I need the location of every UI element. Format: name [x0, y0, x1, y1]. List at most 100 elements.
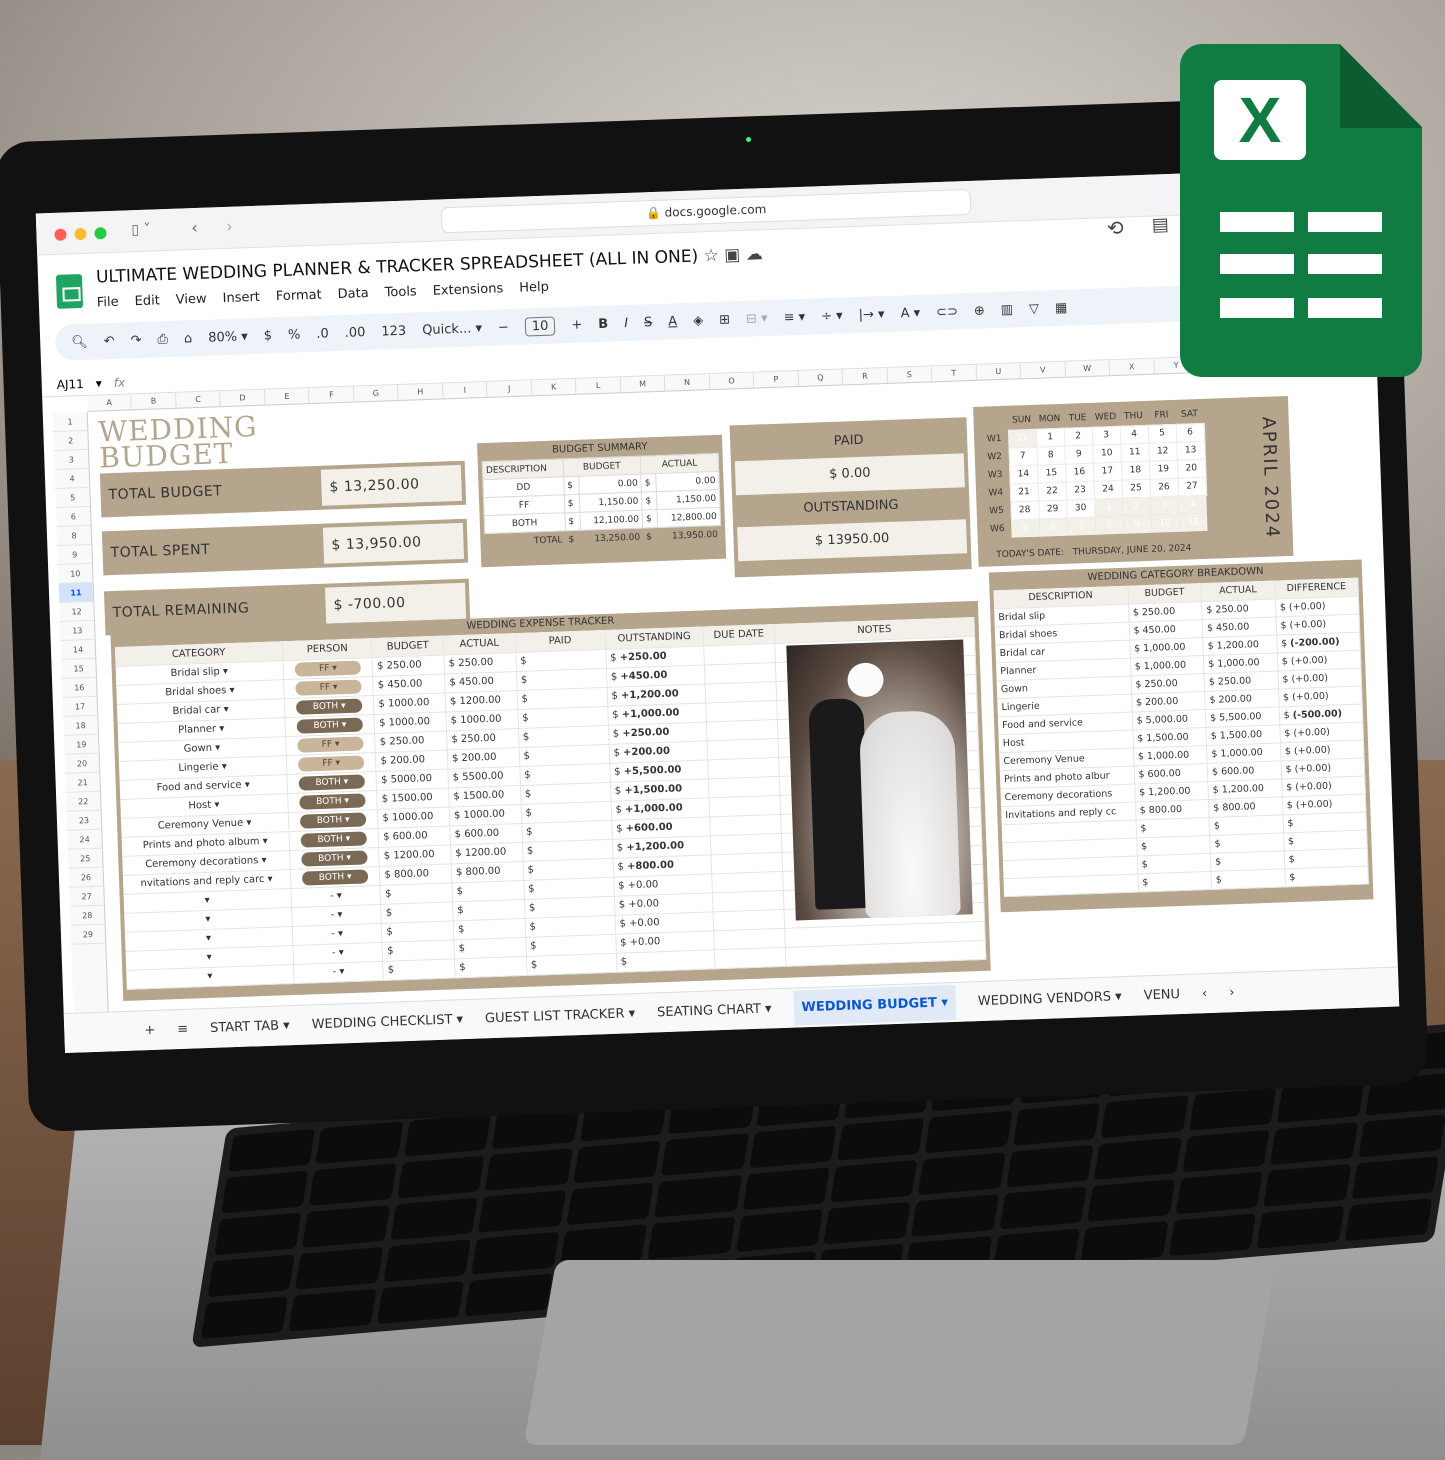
chevron-down-icon[interactable]: ▾ [212, 742, 221, 753]
chevron-down-icon[interactable]: ▾ [344, 871, 352, 881]
due-date-cell[interactable] [705, 681, 777, 702]
chevron-down-icon[interactable]: ▾ [339, 720, 347, 730]
row-header[interactable]: 10 [58, 564, 93, 584]
calendar-date[interactable]: 9 [1123, 515, 1152, 534]
due-date-cell[interactable] [711, 871, 783, 892]
calendar-date[interactable]: 3 [1150, 496, 1179, 515]
row-header[interactable]: 3 [54, 450, 89, 470]
name-box[interactable]: AJ11 [56, 376, 84, 391]
budget-cell[interactable]: $ 5000.00 [376, 769, 448, 790]
row-header[interactable]: 15 [61, 659, 96, 679]
person-pill[interactable]: FF ▾ [295, 679, 361, 695]
due-date-cell[interactable] [706, 700, 778, 721]
row-header[interactable]: 24 [67, 830, 102, 850]
actual-cell[interactable]: $ 1000.00 [449, 804, 521, 825]
text-wrap-icon[interactable]: |→ ▾ [858, 306, 884, 322]
calendar-date[interactable]: 16 [1065, 463, 1094, 482]
scroll-tabs-right-icon[interactable]: › [1229, 985, 1235, 1000]
all-sheets-icon[interactable]: ≡ [177, 1022, 188, 1037]
chevron-down-icon[interactable]: ▾ [220, 666, 229, 677]
actual-cell[interactable]: $ 450.00 [445, 671, 517, 692]
due-date-cell[interactable] [714, 947, 786, 968]
column-header[interactable]: F [309, 387, 354, 404]
actual-cell[interactable]: $ 800.00 [451, 861, 523, 882]
calendar-date[interactable]: 4 [1178, 495, 1207, 514]
outstanding-value[interactable]: $ 13950.00 [737, 519, 967, 561]
more-formats-button[interactable]: 123 [381, 323, 406, 339]
chevron-down-icon[interactable]: ▾ [937, 995, 949, 1010]
star-icon[interactable]: ☆ [703, 246, 719, 267]
calendar-date[interactable]: 9 [1064, 445, 1093, 464]
column-header[interactable]: Q [798, 369, 843, 386]
person-pill[interactable]: BOTH ▾ [297, 717, 363, 733]
actual-cell[interactable]: $ 1200.00 [445, 690, 517, 711]
paid-cell[interactable]: $ [526, 953, 617, 975]
actual-cell[interactable]: $ 1500.00 [449, 785, 521, 806]
column-header[interactable]: X [1110, 359, 1155, 376]
comments-icon[interactable]: ▤ [1151, 214, 1169, 236]
column-header[interactable]: T [932, 365, 977, 382]
column-header[interactable]: G [354, 385, 399, 402]
calendar-date[interactable]: 27 [1178, 477, 1207, 496]
calendar-date[interactable]: 4 [1120, 425, 1149, 444]
column-header[interactable]: I [443, 382, 488, 399]
back-icon[interactable]: ‹ [191, 218, 198, 237]
sheets-logo-icon[interactable] [56, 274, 83, 309]
row-header[interactable]: 29 [71, 925, 106, 945]
chevron-down-icon[interactable]: ▾ [341, 776, 349, 786]
column-header[interactable]: E [265, 388, 310, 405]
column-header[interactable]: H [398, 383, 443, 400]
due-date-cell[interactable] [708, 776, 780, 797]
chevron-down-icon[interactable]: ▾ [452, 1012, 463, 1027]
sidebar-icon[interactable]: ▯ ˅ [131, 222, 151, 239]
chevron-down-icon[interactable]: ▾ [211, 800, 220, 811]
filter-icon[interactable]: ▽ [1029, 301, 1040, 316]
calendar-date[interactable]: 6 [1039, 518, 1068, 537]
person-pill[interactable]: FF ▾ [295, 660, 361, 676]
functions-icon[interactable]: ▦ [1055, 300, 1068, 315]
calendar-date[interactable]: 2 [1064, 427, 1093, 446]
due-date-cell[interactable] [707, 757, 779, 778]
due-date-cell[interactable] [704, 643, 776, 664]
person-pill[interactable]: FF ▾ [298, 755, 364, 771]
due-date-cell[interactable] [706, 719, 778, 740]
person-pill[interactable]: BOTH ▾ [301, 850, 367, 866]
chevron-down-icon[interactable]: ▾ [343, 833, 351, 843]
calendar-date[interactable]: 28 [1010, 501, 1039, 520]
calendar-date[interactable]: 11 [1179, 513, 1208, 532]
calendar-date[interactable]: 23 [1066, 481, 1095, 500]
column-header[interactable]: L [576, 377, 621, 394]
chevron-down-icon[interactable]: ▾ [95, 376, 102, 390]
person-pill[interactable]: BOTH ▾ [301, 831, 367, 847]
row-header[interactable]: 28 [70, 906, 105, 926]
calendar-date[interactable]: 30 [1066, 499, 1095, 518]
calendar-date[interactable]: 13 [1176, 441, 1205, 460]
budget-cell[interactable]: $ [382, 920, 454, 941]
decrease-font-size-icon[interactable]: − [498, 320, 509, 335]
row-header[interactable]: 12 [59, 602, 94, 622]
search-icon[interactable]: 🔍︎ [71, 334, 88, 350]
calendar-date[interactable]: 25 [1122, 479, 1151, 498]
person-pill[interactable]: BOTH ▾ [302, 869, 368, 885]
chevron-down-icon[interactable]: ▾ [241, 779, 250, 790]
calendar-date[interactable]: 1 [1036, 428, 1065, 447]
row-header[interactable]: 18 [63, 716, 98, 736]
currency-format-button[interactable]: $ [263, 328, 272, 343]
chevron-down-icon[interactable]: ▾ [218, 761, 227, 772]
calendar-date[interactable]: 21 [1010, 483, 1039, 502]
due-date-cell[interactable] [710, 833, 782, 854]
due-date-cell[interactable] [709, 814, 781, 835]
align-vertical-icon[interactable]: ÷ ▾ [821, 308, 843, 324]
bold-button[interactable]: B [598, 316, 608, 331]
tab-wedding-vendors[interactable]: WEDDING VENDORS ▾ [978, 989, 1122, 1009]
calendar-date[interactable]: 5 [1011, 519, 1040, 538]
calendar-date[interactable]: 15 [1037, 464, 1066, 483]
calendar-date[interactable]: 11 [1120, 443, 1149, 462]
row-header[interactable]: 11 [59, 583, 94, 603]
calendar-date[interactable]: 31 [1008, 429, 1037, 448]
chevron-down-icon[interactable]: ▾ [226, 685, 235, 696]
calendar-date[interactable]: 18 [1121, 461, 1150, 480]
maximize-window-button[interactable] [94, 227, 106, 239]
row-header[interactable]: 20 [65, 754, 100, 774]
menu-edit[interactable]: Edit [134, 293, 160, 309]
